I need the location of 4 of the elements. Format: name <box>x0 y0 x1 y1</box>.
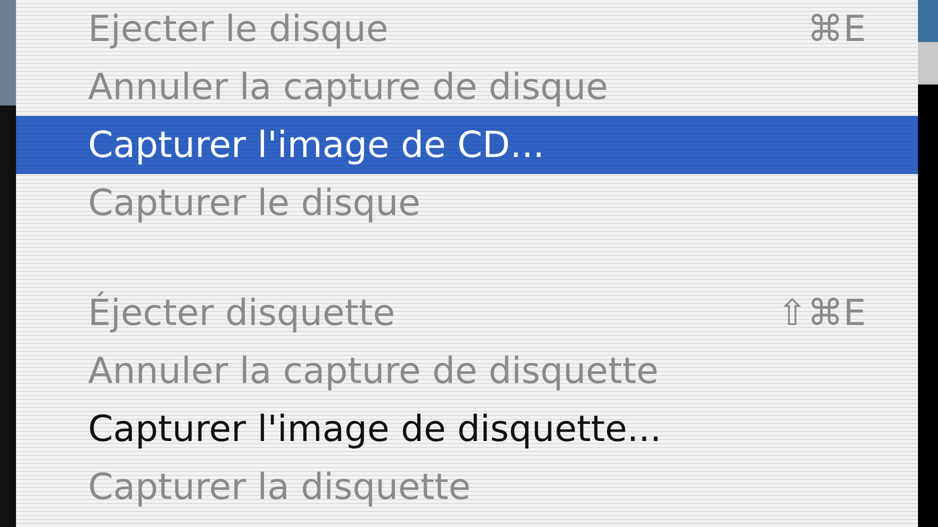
menu-item[interactable]: Capturer l'image de disquette... <box>16 400 918 458</box>
shortcut-label: ⌘E <box>807 8 866 50</box>
menu-item[interactable]: Capturer l'image de CD... <box>16 116 918 174</box>
shortcut-label: ⇧⌘E <box>777 292 866 334</box>
